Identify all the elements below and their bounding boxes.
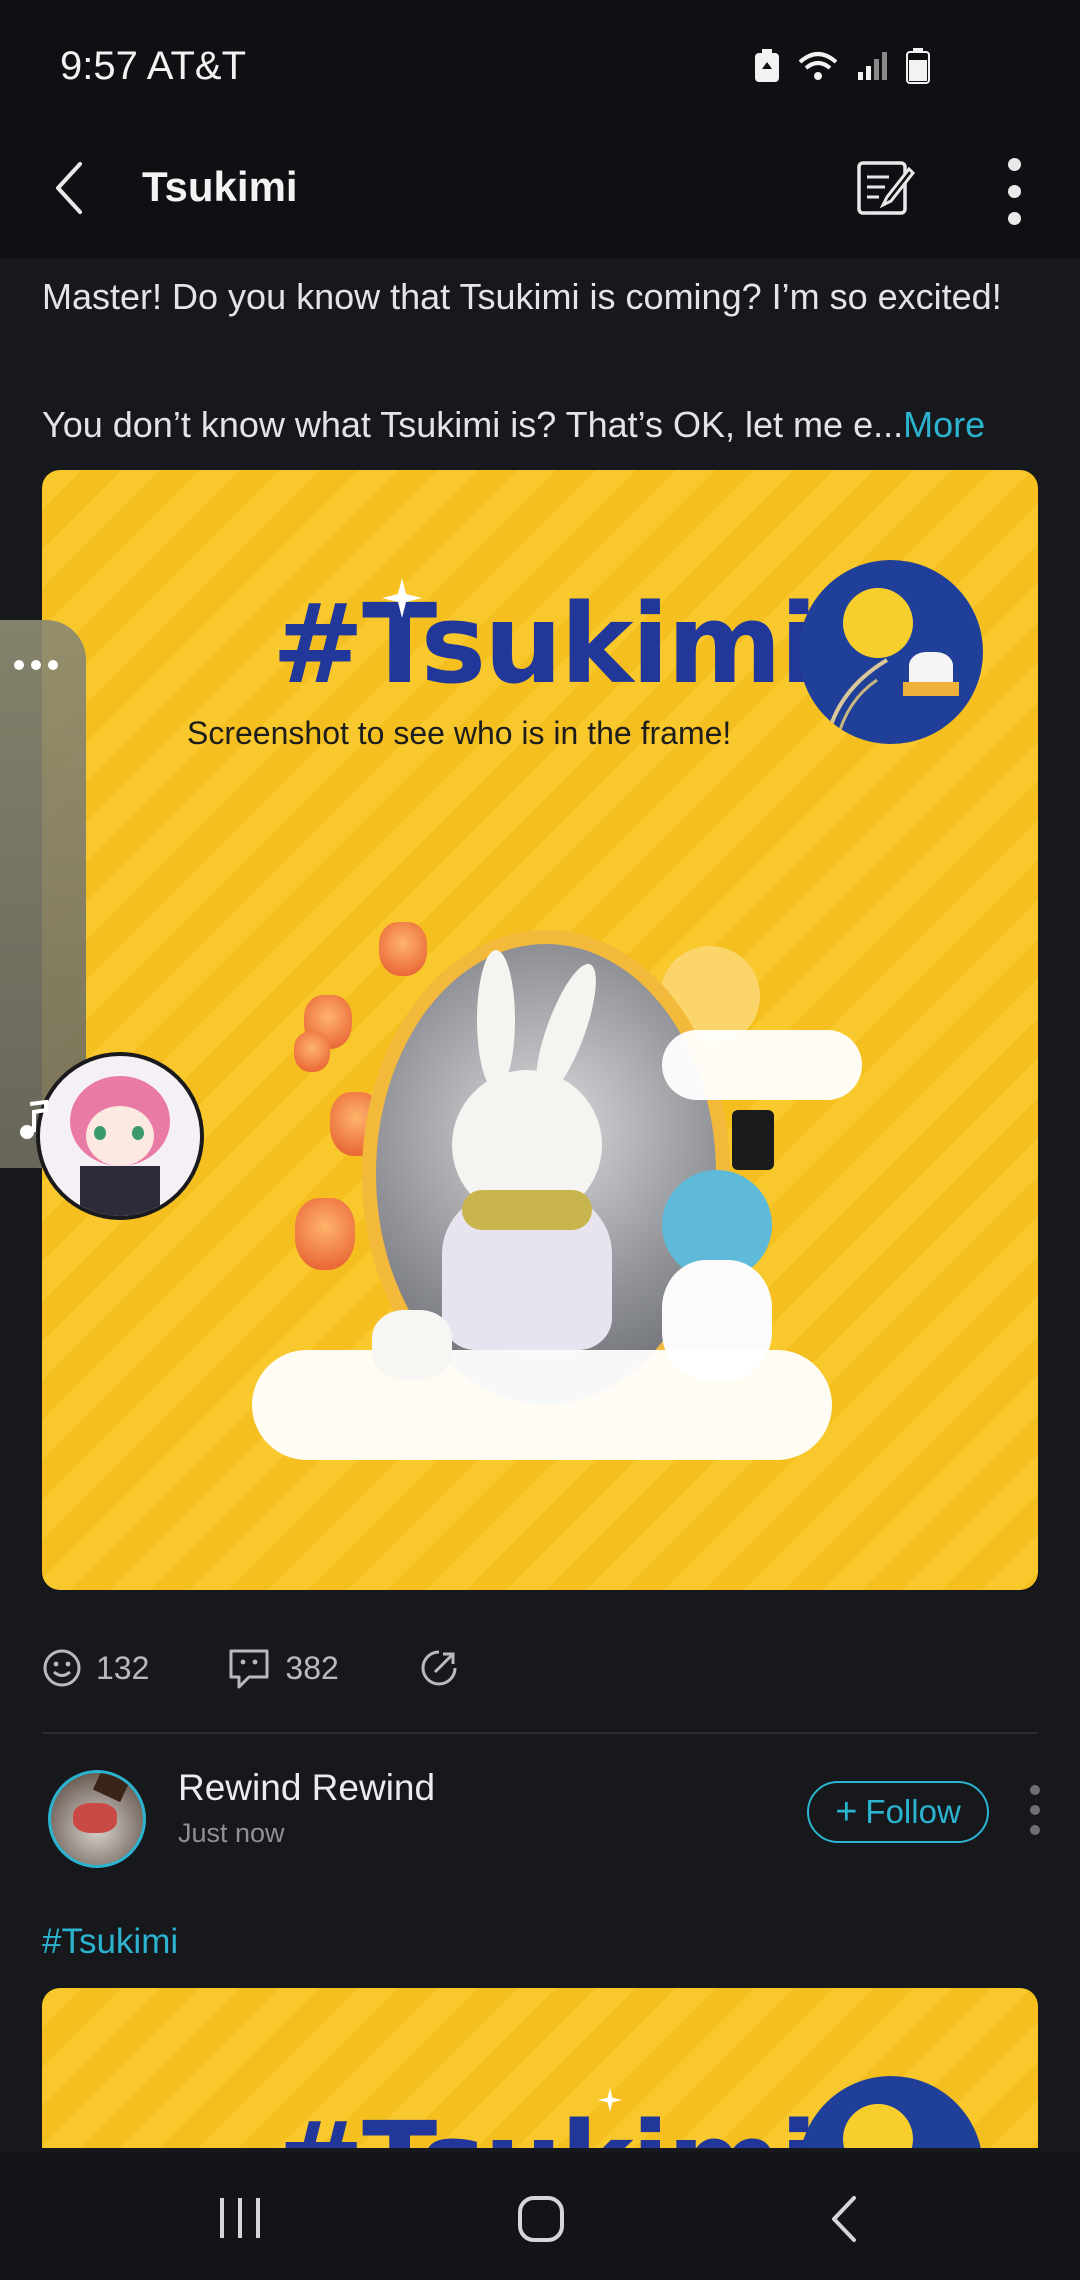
image-subtitle-text: Screenshot to see who is in the frame! bbox=[187, 715, 732, 751]
hashtag-link[interactable]: #Tsukimi bbox=[42, 1922, 178, 1962]
follow-button[interactable]: + Follow bbox=[807, 1781, 989, 1843]
home-icon[interactable] bbox=[516, 2194, 566, 2244]
cloud-image bbox=[662, 1030, 862, 1100]
author-avatar[interactable] bbox=[48, 1770, 146, 1868]
second-post-image[interactable]: #Tsukimi bbox=[42, 1988, 1038, 2148]
status-icons bbox=[754, 48, 930, 84]
recent-apps-icon[interactable] bbox=[216, 2196, 264, 2240]
post-more-options-icon[interactable] bbox=[1030, 1785, 1040, 1835]
wifi-icon bbox=[798, 52, 838, 80]
status-time-carrier: 9:57 AT&T bbox=[60, 44, 247, 88]
floating-character-avatar[interactable] bbox=[36, 1052, 204, 1220]
teapot-image bbox=[372, 1310, 452, 1380]
signal-icon bbox=[858, 52, 887, 80]
lantern-image bbox=[379, 922, 427, 976]
more-link[interactable]: More bbox=[903, 404, 985, 445]
post-stats-row: 132 382 bbox=[42, 1640, 459, 1696]
back-chevron-left-icon[interactable] bbox=[52, 160, 86, 216]
battery-icon bbox=[906, 48, 930, 84]
lantern-image bbox=[294, 1032, 330, 1072]
page-title: Tsukimi bbox=[142, 163, 298, 210]
recycle-battery-saver-icon bbox=[755, 49, 779, 82]
share-icon[interactable] bbox=[419, 1648, 459, 1688]
music-note-icon[interactable] bbox=[12, 1098, 56, 1142]
plus-icon: + bbox=[835, 1791, 858, 1833]
comments-count: 382 bbox=[285, 1649, 339, 1686]
second-image-title-text: #Tsukimi bbox=[272, 2098, 818, 2148]
post-text-line-2: You don’t know what Tsukimi is? That’s O… bbox=[42, 404, 985, 446]
rabbit-ear-image bbox=[477, 950, 515, 1090]
post-divider bbox=[42, 1732, 1038, 1734]
post-timestamp: Just now bbox=[178, 1818, 285, 1848]
post-text-line-1: Master! Do you know that Tsukimi is comi… bbox=[42, 276, 1002, 317]
compose-icon[interactable] bbox=[855, 157, 915, 217]
floating-menu-dots-icon[interactable] bbox=[14, 660, 58, 670]
post-image[interactable]: #Tsukimi Screenshot to see who is in the… bbox=[42, 470, 1038, 1590]
smile-icon bbox=[43, 1649, 81, 1687]
system-back-icon[interactable] bbox=[826, 2194, 860, 2244]
rabbit-scarf-image bbox=[462, 1190, 592, 1230]
moon-badge-image bbox=[799, 560, 983, 744]
more-options-icon[interactable] bbox=[1008, 158, 1021, 225]
reactions-button[interactable]: 132 bbox=[42, 1648, 149, 1688]
sparkle-icon bbox=[598, 2088, 622, 2112]
post-text-truncated: You don’t know what Tsukimi is? That’s O… bbox=[42, 404, 904, 445]
image-title-text: #Tsukimi bbox=[272, 580, 818, 708]
comments-button[interactable]: 382 bbox=[227, 1647, 339, 1689]
sparkle-icon bbox=[382, 578, 422, 618]
moon-badge-image bbox=[799, 2076, 983, 2148]
reactions-count: 132 bbox=[96, 1649, 150, 1686]
lantern-image bbox=[295, 1198, 355, 1270]
cloud-image bbox=[252, 1350, 832, 1460]
follow-label: Follow bbox=[865, 1793, 961, 1830]
comment-icon bbox=[229, 1649, 269, 1689]
author-name[interactable]: Rewind Rewind bbox=[178, 1767, 435, 1809]
grass-icon bbox=[825, 658, 889, 740]
top-hat-image bbox=[732, 1110, 774, 1170]
